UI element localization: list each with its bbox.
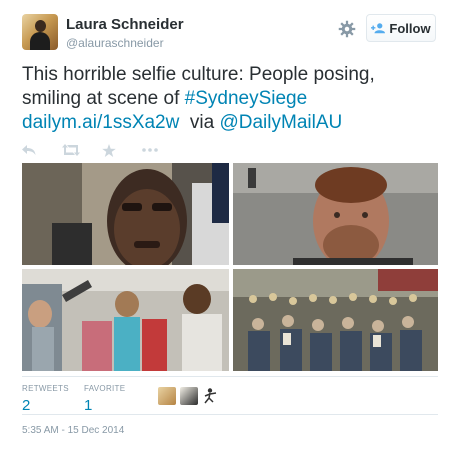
hashtag-link[interactable]: #SydneySiege: [185, 88, 308, 109]
favorites-stat[interactable]: FAVORITE 1: [84, 384, 125, 414]
favorite-star-icon[interactable]: [102, 143, 130, 157]
avatar-head: [35, 20, 46, 32]
tweet-photo-4[interactable]: [233, 269, 438, 371]
author-avatar[interactable]: [22, 14, 58, 50]
favorites-count[interactable]: 1: [84, 397, 125, 414]
tweet-photo-1[interactable]: [22, 163, 229, 265]
favorites-label: FAVORITE: [84, 384, 126, 393]
tweet-actions: [22, 142, 182, 158]
selfie-photo-crowd-women: [22, 269, 229, 371]
stats-divider-bottom: [22, 414, 438, 415]
tweet-text-segment: smiling at scene of: [22, 88, 185, 109]
favoriter-avatar[interactable]: [202, 387, 220, 405]
stick-figure-icon: [204, 388, 217, 404]
stats-divider-top: [22, 376, 438, 377]
follow-button[interactable]: Follow: [366, 14, 436, 42]
author-fullname[interactable]: Laura Schneider: [66, 16, 184, 33]
retweets-count[interactable]: 2: [22, 397, 69, 414]
via-text: via: [189, 112, 215, 133]
tweet-timestamp[interactable]: 5:35 AM - 15 Dec 2014: [22, 425, 124, 436]
follow-button-label: Follow: [389, 20, 431, 36]
tweet-line-3: dailym.ai/1ssXa2w via @DailyMailAU: [22, 111, 442, 135]
favoriter-avatars: [158, 387, 220, 405]
selfie-photo-bearded-man: [233, 163, 438, 265]
add-user-icon: [371, 23, 386, 34]
retweet-icon[interactable]: [62, 143, 90, 157]
selfie-photo-man: [22, 163, 229, 265]
avatar-body: [30, 32, 50, 50]
favoriter-avatar[interactable]: [158, 387, 176, 405]
gear-icon[interactable]: [338, 20, 356, 38]
favoriter-avatar[interactable]: [180, 387, 198, 405]
crowd-photo-street: [233, 269, 438, 371]
reply-icon[interactable]: [22, 143, 50, 157]
tweet-text: This horrible selfie culture: People pos…: [22, 63, 442, 135]
tweet-photo-3[interactable]: [22, 269, 229, 371]
mention-link[interactable]: @DailyMailAU: [219, 112, 342, 133]
tweet-line-2: smiling at scene of #SydneySiege: [22, 87, 442, 111]
tweet-line-1: This horrible selfie culture: People pos…: [22, 64, 375, 85]
more-icon[interactable]: [142, 143, 170, 157]
tweet-photo-2[interactable]: [233, 163, 438, 265]
retweets-stat[interactable]: RETWEETS 2: [22, 384, 69, 414]
author-handle[interactable]: @alauraschneider: [66, 36, 164, 50]
retweets-label: RETWEETS: [22, 384, 69, 393]
url-link[interactable]: dailym.ai/1ssXa2w: [22, 112, 179, 133]
